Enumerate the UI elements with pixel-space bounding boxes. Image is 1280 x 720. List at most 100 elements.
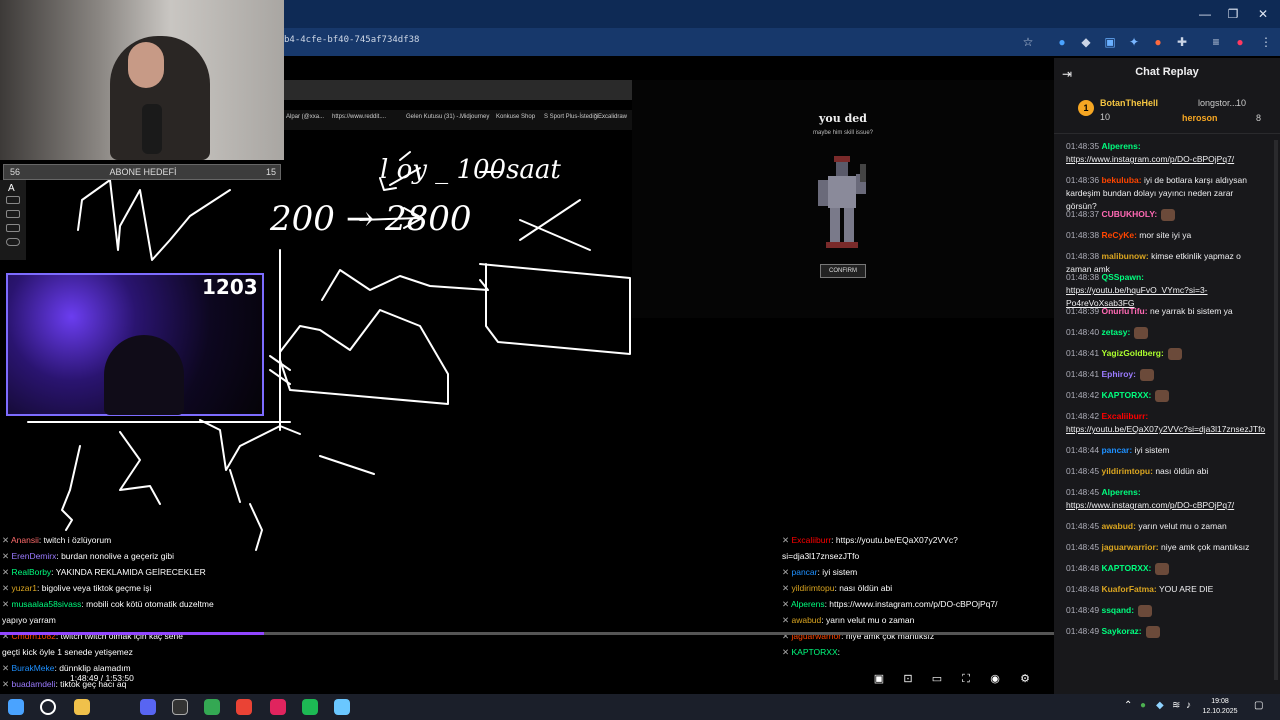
message-username[interactable]: KAPTORXX: (1101, 563, 1151, 573)
clip-icon[interactable]: ▣ (870, 670, 888, 688)
bookmark-item[interactable]: https://www.reddit.... (332, 114, 386, 120)
extension-icon[interactable]: ● (1054, 34, 1070, 50)
chrome-icon[interactable] (236, 699, 252, 715)
extension-icon[interactable]: ✦ (1126, 34, 1142, 50)
subscriber-goal-bar: 56 ABONE HEDEFİ 15 (3, 164, 281, 180)
bookmark-item[interactable]: Gelen Kutusu (31) -... (406, 114, 463, 120)
message-username[interactable]: YagizGoldberg: (1101, 348, 1163, 358)
message-link[interactable]: https://www.instagram.com/p/DO-cBPOjPq7/ (1066, 500, 1234, 510)
bookmark-item[interactable]: Excalidraw (598, 114, 627, 120)
message-username[interactable]: zetasy: (1101, 327, 1130, 337)
puzzle-icon[interactable]: ✚ (1174, 34, 1190, 50)
extension-icon[interactable]: ● (1150, 34, 1166, 50)
chat-message: 01:48:41 Ephiroy: (1066, 368, 1266, 381)
message-link[interactable]: https://youtu.be/EQaX07y2VVc?si=dja3l17z… (1066, 424, 1265, 434)
bookmark-item[interactable]: Konkuse Shop (496, 114, 535, 120)
taskbar-clock[interactable]: 19:08 12.10.2025 (1198, 697, 1242, 717)
message-timestamp: 01:48:35 (1066, 141, 1100, 151)
theatre-icon[interactable]: ⊡ (899, 670, 917, 688)
extension-icon[interactable]: ◆ (1078, 34, 1094, 50)
close-window-button[interactable]: ✕ (1254, 6, 1272, 22)
game-window[interactable]: you ded maybe him skill issue? CONFIRM (632, 80, 1054, 318)
message-username[interactable]: KAPTORXX: (1101, 390, 1151, 400)
message-username[interactable]: CUBUKHOLY: (1101, 209, 1157, 219)
message-username[interactable]: Ephiroy: (1101, 369, 1135, 379)
message-text: ne yarrak bi sistem ya (1149, 306, 1233, 316)
overlay-username: buadamdeli (11, 679, 56, 689)
message-username[interactable]: jaguarwarrior: (1101, 542, 1158, 552)
message-username[interactable]: ReCyKe: (1101, 230, 1136, 240)
volume-icon[interactable]: ♪ (1186, 700, 1191, 711)
message-timestamp: 01:48:45 (1066, 487, 1100, 497)
overlay-username: Alperens (791, 599, 825, 609)
search-icon[interactable] (40, 699, 56, 715)
message-timestamp: 01:48:38 (1066, 251, 1100, 261)
start-menu-icon[interactable] (8, 699, 24, 715)
tray-chevron-icon[interactable]: ⌃ (1124, 700, 1132, 711)
wifi-icon[interactable]: ≋ (1172, 700, 1180, 711)
bookmark-item[interactable]: S Sport Plus-İstediği... (544, 114, 603, 120)
confirm-button[interactable]: CONFIRM (820, 264, 866, 278)
bookmark-item[interactable]: Alpar (@xxa... (286, 114, 324, 120)
overlay-username: RealBorby (11, 567, 52, 577)
notification-icon[interactable]: ▢ (1254, 700, 1263, 711)
mini-player-icon[interactable]: ▭ (928, 670, 946, 688)
tray-icon[interactable]: ◆ (1156, 700, 1164, 711)
message-username[interactable]: yildirimtopu: (1101, 466, 1152, 476)
message-username[interactable]: QSSpawn: (1101, 272, 1144, 282)
message-username[interactable]: Saykoraz: (1101, 626, 1141, 636)
message-username[interactable]: KuaforFatma: (1101, 584, 1156, 594)
profile-avatar-icon[interactable]: ● (1232, 34, 1248, 50)
rectangle-tool-icon[interactable] (6, 210, 20, 218)
overlay-chat-line: ✕ Anansii: twitch i özlüyorum (2, 534, 111, 547)
file-explorer-icon[interactable] (74, 699, 90, 715)
text-tool-icon[interactable]: A (8, 183, 15, 194)
extension-strip (284, 80, 632, 100)
message-username[interactable]: pancar: (1101, 445, 1132, 455)
message-text: mor site iyi ya (1139, 230, 1192, 240)
message-username[interactable]: Excaliiburr: (1101, 411, 1148, 421)
bookmark-star-icon[interactable]: ☆ (1020, 34, 1036, 50)
chat-title: Chat Replay (1135, 66, 1199, 78)
maximize-button[interactable]: ❐ (1224, 6, 1242, 22)
chrome-icon[interactable] (204, 699, 220, 715)
message-username[interactable]: Alperens: (1101, 487, 1140, 497)
minimize-button[interactable]: — (1196, 6, 1214, 22)
chat-message: 01:48:45 awabud: yarın velut mu o zaman (1066, 520, 1266, 533)
message-username[interactable]: Alperens: (1101, 141, 1140, 151)
tray-icon[interactable]: ● (1140, 700, 1146, 711)
spotify-icon[interactable] (302, 699, 318, 715)
obs-icon[interactable] (172, 699, 188, 715)
message-username[interactable]: awabud: (1101, 521, 1135, 531)
leader-name[interactable]: BotanTheHell (1100, 98, 1158, 108)
address-bar[interactable]: b4-4cfe-bf40-745af734df38 ☆ (284, 28, 1054, 56)
leader-name[interactable]: heroson (1182, 113, 1218, 123)
list-icon[interactable]: ≡ (1208, 34, 1224, 50)
message-timestamp: 01:48:48 (1066, 584, 1100, 594)
message-username[interactable]: malibunow: (1101, 251, 1148, 261)
extension-icon[interactable]: ▣ (1102, 34, 1118, 50)
overlay-message: : (837, 647, 840, 657)
message-username[interactable]: OnurluTifu: (1101, 306, 1147, 316)
leader-name[interactable]: longstor... (1198, 98, 1237, 108)
fullscreen-icon[interactable]: ⛶ (957, 670, 975, 688)
streamer-head (128, 42, 164, 88)
video-progress-bar[interactable] (0, 632, 1054, 635)
rectangle-tool-icon[interactable] (6, 224, 20, 232)
ellipse-tool-icon[interactable] (6, 238, 20, 246)
chat-scrollbar[interactable] (1274, 140, 1278, 680)
app-icon[interactable] (334, 699, 350, 715)
message-link[interactable]: https://www.instagram.com/p/DO-cBPOjPq7/ (1066, 154, 1234, 164)
settings-gear-icon[interactable]: ⚙ (1016, 670, 1034, 688)
bookmark-item[interactable]: Midjourney (460, 114, 489, 120)
video-progress-fill (0, 632, 264, 635)
message-username[interactable]: bekuluba: (1101, 175, 1141, 185)
menu-dots-icon[interactable]: ⋮ (1258, 34, 1274, 50)
rectangle-tool-icon[interactable] (6, 196, 20, 204)
discord-icon[interactable] (140, 699, 156, 715)
message-username[interactable]: ssqand: (1101, 605, 1134, 615)
goal-target: 15 (266, 167, 277, 177)
x-app-icon[interactable] (270, 699, 286, 715)
emote-icon (1139, 368, 1154, 381)
cast-icon[interactable]: ◉ (986, 670, 1004, 688)
